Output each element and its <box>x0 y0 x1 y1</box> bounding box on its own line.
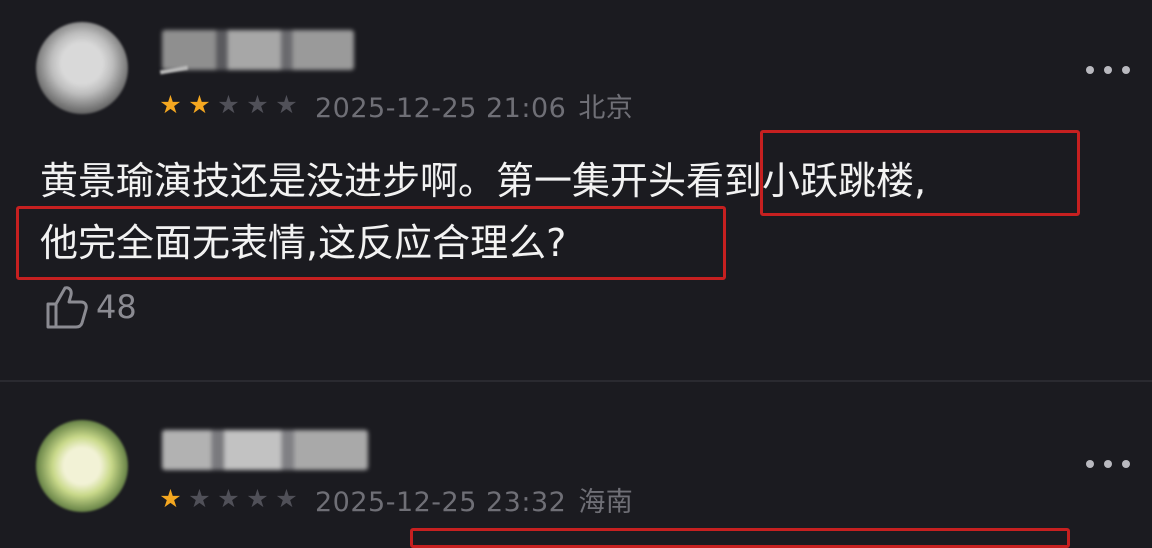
more-dots-icon <box>1104 66 1112 74</box>
star-icon: ★ <box>275 484 298 513</box>
more-dots-icon <box>1086 66 1094 74</box>
highlight-box <box>410 528 1070 548</box>
timestamp-location: 2025-12-25 23:32 海南 <box>315 480 633 519</box>
more-dots-icon <box>1086 460 1094 468</box>
highlight-box <box>16 206 726 280</box>
location: 海南 <box>578 486 634 518</box>
username-blurred[interactable] <box>162 30 354 70</box>
avatar[interactable] <box>36 22 128 114</box>
more-dots-icon <box>1122 460 1130 468</box>
like-count: 48 <box>96 288 137 326</box>
avatar[interactable] <box>36 420 128 512</box>
thumb-up-icon <box>46 286 88 329</box>
comment-item: ★ ★ ★ ★ ★ 2025-12-25 21:06 北京 黄景瑜演技还是没进步啊… <box>0 0 1152 380</box>
more-dots-icon <box>1122 66 1130 74</box>
star-icon: ★ <box>188 90 211 119</box>
star-icon: ★ <box>217 90 240 119</box>
star-rating: ★ ★ ★ ★ ★ <box>156 485 301 513</box>
star-icon: ★ <box>159 90 182 119</box>
location: 北京 <box>578 92 634 124</box>
username-blurred[interactable] <box>162 430 368 470</box>
more-options-button[interactable] <box>1086 454 1130 474</box>
comment-meta: ★ ★ ★ ★ ★ 2025-12-25 23:32 海南 <box>156 480 633 519</box>
timestamp-location: 2025-12-25 21:06 北京 <box>315 86 633 125</box>
timestamp: 2025-12-25 23:32 <box>315 486 567 518</box>
highlight-box <box>760 130 1080 216</box>
star-icon: ★ <box>246 90 269 119</box>
star-icon: ★ <box>275 90 298 119</box>
star-icon: ★ <box>188 484 211 513</box>
star-icon: ★ <box>159 484 182 513</box>
like-button[interactable]: 48 <box>44 284 137 330</box>
comment-meta: ★ ★ ★ ★ ★ 2025-12-25 21:06 北京 <box>156 86 633 125</box>
comment-divider <box>0 380 1152 382</box>
more-dots-icon <box>1104 460 1112 468</box>
more-options-button[interactable] <box>1086 60 1130 80</box>
star-rating: ★ ★ ★ ★ ★ <box>156 91 301 119</box>
timestamp: 2025-12-25 21:06 <box>315 92 567 124</box>
star-icon: ★ <box>246 484 269 513</box>
star-icon: ★ <box>217 484 240 513</box>
